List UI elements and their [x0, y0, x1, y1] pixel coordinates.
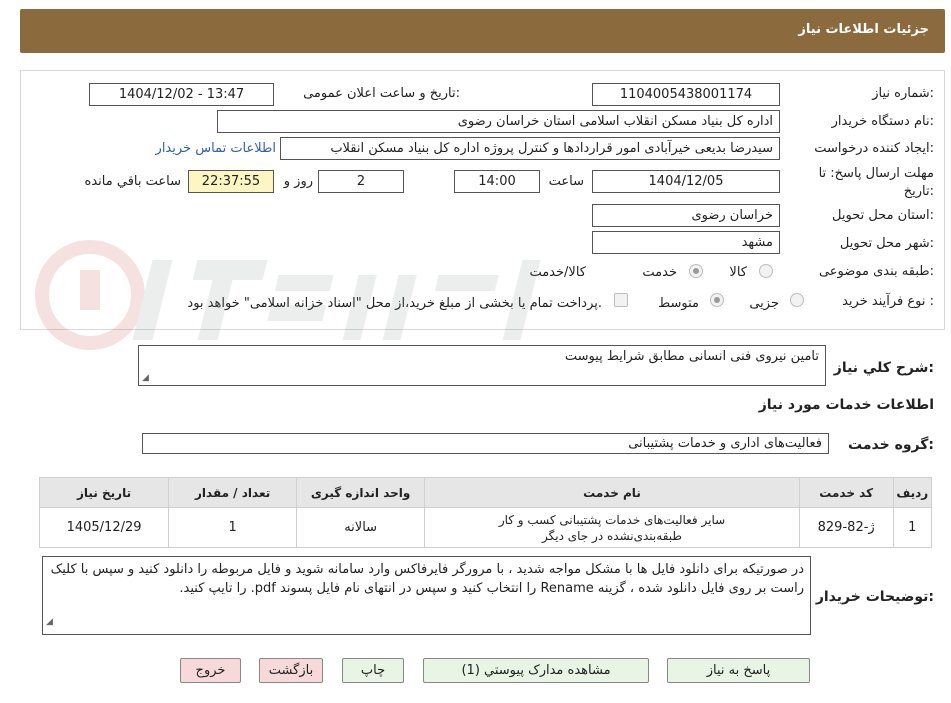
deadline-label: مهلت ارسال پاسخ: تا — [818, 166, 934, 181]
payment-note: پرداخت تمام یا بخشی از مبلغ خرید،از محل … — [187, 296, 602, 311]
category-service-radio[interactable] — [689, 264, 703, 278]
col-unit-header: واحد اندازه گیری — [296, 477, 426, 508]
view-attachments-button[interactable]: مشاهده مدارک پیوستي (1) — [423, 658, 649, 683]
process-minor-radio[interactable] — [790, 293, 804, 307]
reply-button[interactable]: پاسخ به نیاز — [667, 658, 810, 683]
province-field: خراسان رضوی — [592, 204, 780, 227]
cell-name-line1: سایر فعالیت‌های خدمات پشتیبانی کسب و کار — [498, 512, 726, 527]
cell-row: 1 — [892, 507, 932, 548]
col-code-header: کد خدمت — [798, 477, 894, 508]
days-label: روز و — [283, 174, 313, 189]
deadline-time-label: ساعت — [548, 174, 584, 189]
col-row-header: ردیف — [892, 477, 932, 508]
cell-date: 1405/12/29 — [38, 507, 170, 548]
category-goods-label: کالا — [729, 265, 747, 280]
category-goods-service-label: کالا/خدمت — [529, 265, 586, 280]
col-date-header: تاریخ نیاز — [38, 477, 170, 508]
col-name-header: نام خدمت — [424, 477, 800, 508]
buyer-contact-link[interactable]: اطلاعات تماس خریدار — [156, 141, 276, 156]
services-table: ردیف کد خدمت نام خدمت واحد اندازه گیری ت… — [38, 477, 932, 548]
creator-field: سیدرضا بدیعی خیرآبادی امور قراردادها و ک… — [280, 137, 780, 160]
services-heading: اطلاعات خدمات مورد نیاز — [758, 397, 934, 413]
need-number-label: شماره نیاز: — [872, 86, 934, 101]
category-label: طبقه بندی موضوعی: — [818, 264, 934, 279]
buyer-org-label: نام دستگاه خریدار: — [831, 114, 934, 129]
cell-code: ژ-82-829 — [798, 507, 894, 548]
cell-name-line2: طبقه‌بندی‌نشده در جای دیگر — [542, 528, 682, 543]
description-label: شرح کلي نیاز: — [833, 360, 934, 376]
print-button[interactable]: چاپ — [342, 658, 404, 683]
buyer-notes-label: توضیحات خریدار: — [815, 589, 934, 605]
process-label: نوع فرآیند خرید : — [842, 294, 934, 309]
buyer-org-field: اداره کل بنیاد مسکن انقلاب اسلامی استان … — [217, 110, 780, 133]
province-label: استان محل تحویل: — [832, 208, 934, 223]
category-service-label: خدمت — [642, 265, 677, 280]
cell-name: سایر فعالیت‌های خدمات پشتیبانی کسب و کار… — [424, 507, 800, 548]
resize-grip-icon[interactable]: ◢ — [142, 373, 149, 383]
cell-qty: 1 — [168, 507, 298, 548]
buyer-notes-text: در صورتیکه برای دانلود فایل ها با مشکل م… — [50, 562, 804, 596]
creator-label: ایجاد کننده درخواست: — [814, 141, 934, 156]
deadline-time-field: 14:00 — [454, 170, 540, 193]
remaining-time-field: 22:37:55 — [188, 170, 274, 193]
deadline-label-date: تاریخ: — [903, 184, 934, 199]
remaining-label: ساعت باقي مانده — [84, 174, 181, 189]
table-header-row: ردیف کد خدمت نام خدمت واحد اندازه گیری ت… — [38, 477, 932, 508]
deadline-date-field: 1404/12/05 — [592, 170, 780, 193]
page-title: جزئیات اطلاعات نیاز — [798, 22, 929, 37]
announce-label: تاریخ و ساعت اعلان عمومی: — [303, 86, 460, 101]
page-header: جزئیات اطلاعات نیاز — [20, 9, 945, 53]
back-button[interactable]: بازگشت — [259, 658, 323, 683]
treasury-checkbox[interactable] — [614, 293, 628, 307]
process-medium-label: متوسط — [658, 296, 699, 311]
col-qty-header: تعداد / مقدار — [168, 477, 298, 508]
city-label: شهر محل تحویل: — [839, 236, 934, 251]
service-group-field: فعالیت‌های اداری و خدمات پشتیبانی — [142, 433, 829, 454]
table-row: 1 ژ-82-829 سایر فعالیت‌های خدمات پشتیبان… — [38, 507, 932, 548]
buyer-notes-textarea[interactable]: در صورتیکه برای دانلود فایل ها با مشکل م… — [42, 556, 811, 635]
process-medium-radio[interactable] — [710, 293, 724, 307]
days-field: 2 — [318, 170, 404, 193]
need-number-field: 1104005438001174 — [592, 83, 780, 106]
details-panel — [20, 70, 945, 330]
city-field: مشهد — [592, 231, 780, 254]
category-goods-radio[interactable] — [759, 264, 773, 278]
description-text: تامین نیروی فنی انسانی مطابق شرایط پیوست — [564, 349, 819, 364]
cell-unit: سالانه — [296, 507, 426, 548]
process-minor-label: جزیی — [749, 296, 779, 311]
resize-grip-icon[interactable]: ◢ — [46, 613, 53, 632]
description-textarea[interactable]: تامین نیروی فنی انسانی مطابق شرایط پیوست… — [138, 345, 826, 386]
service-group-label: گروه خدمت: — [848, 437, 934, 453]
announce-field: 1404/12/02 - 13:47 — [89, 83, 274, 106]
exit-button[interactable]: خروج — [180, 658, 241, 683]
